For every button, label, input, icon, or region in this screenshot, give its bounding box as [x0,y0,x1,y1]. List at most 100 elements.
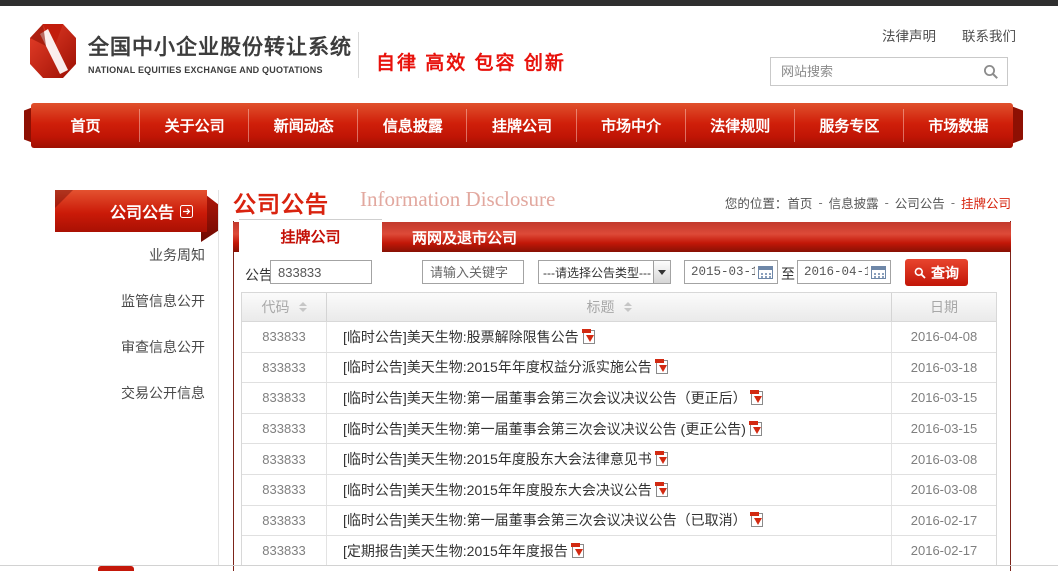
nav-item-法律规则[interactable]: 法律规则 [686,103,795,148]
nav-item-新闻动态[interactable]: 新闻动态 [249,103,358,148]
header-divider [358,32,359,78]
column-header-title[interactable]: 标题 [327,293,892,321]
pdf-icon[interactable] [656,452,668,466]
date-from-field [684,260,778,284]
announcement-title-link[interactable]: [定期报告]美天生物:2015年年度报告 [343,541,568,561]
table-row: 833833 [临时公告]美天生物:第一届董事会第三次会议决议公告（已取消） 201… [242,506,996,537]
cell-title: [临时公告]美天生物:2015年年度权益分派实施公告 [327,353,892,383]
column-header-date: 日期 [892,293,996,321]
search-icon [914,267,926,279]
sidebar-item-company-announcements[interactable]: 公司公告 [55,190,207,232]
cell-date: 2016-03-08 [892,475,996,505]
cell-title: [定期报告]美天生物:2015年年度报告 [327,536,892,566]
tab-listed-companies[interactable]: 挂牌公司 [239,219,382,252]
logo-text: 全国中小企业股份转让系统 NATIONAL EQUITIES EXCHANGE … [88,31,352,75]
table-row: 833833 [临时公告]美天生物:股票解除限售公告 2016-04-08 [242,322,996,353]
calendar-icon[interactable] [758,266,773,279]
sidebar-divider [218,190,219,566]
cell-date: 2016-03-08 [892,444,996,474]
pdf-icon[interactable] [656,483,668,497]
announcement-title-link[interactable]: [临时公告]美天生物:第一届董事会第三次会议决议公告 (更正公告) [343,419,746,439]
cell-code: 833833 [242,353,327,383]
nav-item-市场中介[interactable]: 市场中介 [577,103,686,148]
top-dark-strip [0,0,1058,6]
stock-code-input[interactable] [270,260,372,284]
announcement-title-link[interactable]: [临时公告]美天生物:第一届董事会第三次会议决议公告（已取消） [343,510,747,530]
sidebar-item[interactable]: 审查信息公开 [121,337,205,357]
table-row: 833833 [临时公告]美天生物:2015年年度股东大会决议公告 2016-03-… [242,475,996,506]
contact-us-link[interactable]: 联系我们 [962,25,1016,45]
breadcrumb-separator: - [818,196,822,210]
table-row: 833833 [定期报告]美天生物:2015年年度报告 2016-02-17 [242,536,996,566]
announcement-type-select[interactable]: ---请选择公告类型--- [538,260,671,284]
cell-date: 2016-02-17 [892,536,996,566]
date-from-input[interactable] [691,265,755,279]
announcement-title-link[interactable]: [临时公告]美天生物:第一届董事会第三次会议决议公告（更正后） [343,388,747,408]
page-subtitle: Information Disclosure [360,187,555,212]
arrow-box-icon [180,205,193,218]
sort-icon[interactable] [624,302,632,312]
cell-code: 833833 [242,383,327,413]
pdf-icon[interactable] [656,360,668,374]
cell-code: 833833 [242,475,327,505]
pdf-icon[interactable] [751,391,763,405]
chevron-down-icon[interactable] [653,261,670,283]
search-icon[interactable] [975,58,1007,85]
nav-item-首页[interactable]: 首页 [31,103,140,148]
date-range-to-label: 至 [781,264,795,284]
sidebar-ribbon-partial [98,566,134,571]
table-header-row: 代码 标题 日期 [242,293,996,322]
site-search-input[interactable] [771,64,975,79]
nav-item-市场数据[interactable]: 市场数据 [904,103,1013,148]
announcement-title-link[interactable]: [临时公告]美天生物:2015年度股东大会法律意见书 [343,449,652,469]
date-to-field [797,260,891,284]
cell-title: [临时公告]美天生物:2015年年度股东大会决议公告 [327,475,892,505]
cell-title: [临时公告]美天生物:第一届董事会第三次会议决议公告（已取消） [327,506,892,536]
nav-item-关于公司[interactable]: 关于公司 [140,103,249,148]
query-button-label: 查询 [931,263,959,283]
cell-title: [临时公告]美天生物:股票解除限售公告 [327,322,892,352]
tab-delisted-companies[interactable]: 两网及退市公司 [382,222,547,252]
nav-item-挂牌公司[interactable]: 挂牌公司 [467,103,576,148]
cell-code: 833833 [242,322,327,352]
cell-date: 2016-02-17 [892,506,996,536]
table-row: 833833[临时公告]美天生物:第一届董事会第三次会议决议公告（更正后）201… [242,383,996,414]
column-header-code[interactable]: 代码 [242,293,327,321]
sidebar-menu: 业务周知监管信息公开审查信息公开交易公开信息 [55,245,205,403]
cell-date: 2016-04-08 [892,322,996,352]
sidebar-item[interactable]: 监管信息公开 [121,291,205,311]
calendar-icon[interactable] [871,266,886,279]
pdf-icon[interactable] [751,513,763,527]
select-value: ---请选择公告类型--- [539,264,653,281]
keyword-input[interactable] [422,260,524,284]
query-button[interactable]: 查询 [905,259,968,286]
announcement-title-link[interactable]: [临时公告]美天生物:2015年年度股东大会决议公告 [343,480,652,500]
pdf-icon[interactable] [750,422,762,436]
slogan-text: 自律 高效 包容 创新 [376,48,566,75]
nav-item-信息披露[interactable]: 信息披露 [358,103,467,148]
breadcrumb-current[interactable]: 挂牌公司 [961,193,1011,212]
table-row: 833833[临时公告]美天生物:第一届董事会第三次会议决议公告 (更正公告)2… [242,414,996,445]
breadcrumb-link[interactable]: 首页 [787,193,812,212]
breadcrumb-link[interactable]: 公司公告 [895,193,945,212]
breadcrumb-separator: - [951,196,955,210]
announcement-title-link[interactable]: [临时公告]美天生物:股票解除限售公告 [343,327,579,347]
nav-item-服务专区[interactable]: 服务专区 [795,103,904,148]
pdf-icon[interactable] [583,330,595,344]
cell-code: 833833 [242,536,327,566]
neeq-logo-icon[interactable] [30,24,76,78]
sidebar-item[interactable]: 交易公开信息 [121,383,205,403]
announcement-title-link[interactable]: [临时公告]美天生物:2015年年度权益分派实施公告 [343,357,652,377]
sidebar-item[interactable]: 业务周知 [149,245,205,265]
date-to-input[interactable] [804,265,868,279]
breadcrumb-link[interactable]: 信息披露 [829,193,879,212]
cell-code: 833833 [242,506,327,536]
page-title: 公司公告 [233,185,329,219]
announcement-table-body: 833833[临时公告]美天生物:股票解除限售公告2016-04-0883383… [242,322,996,566]
sidebar-active-label: 公司公告 [110,199,174,223]
cell-date: 2016-03-18 [892,353,996,383]
breadcrumb: 您的位置：首页-信息披露-公司公告-挂牌公司 [725,193,1011,212]
sort-icon[interactable] [299,302,307,312]
pdf-icon[interactable] [572,544,584,558]
legal-notice-link[interactable]: 法律声明 [882,25,936,45]
